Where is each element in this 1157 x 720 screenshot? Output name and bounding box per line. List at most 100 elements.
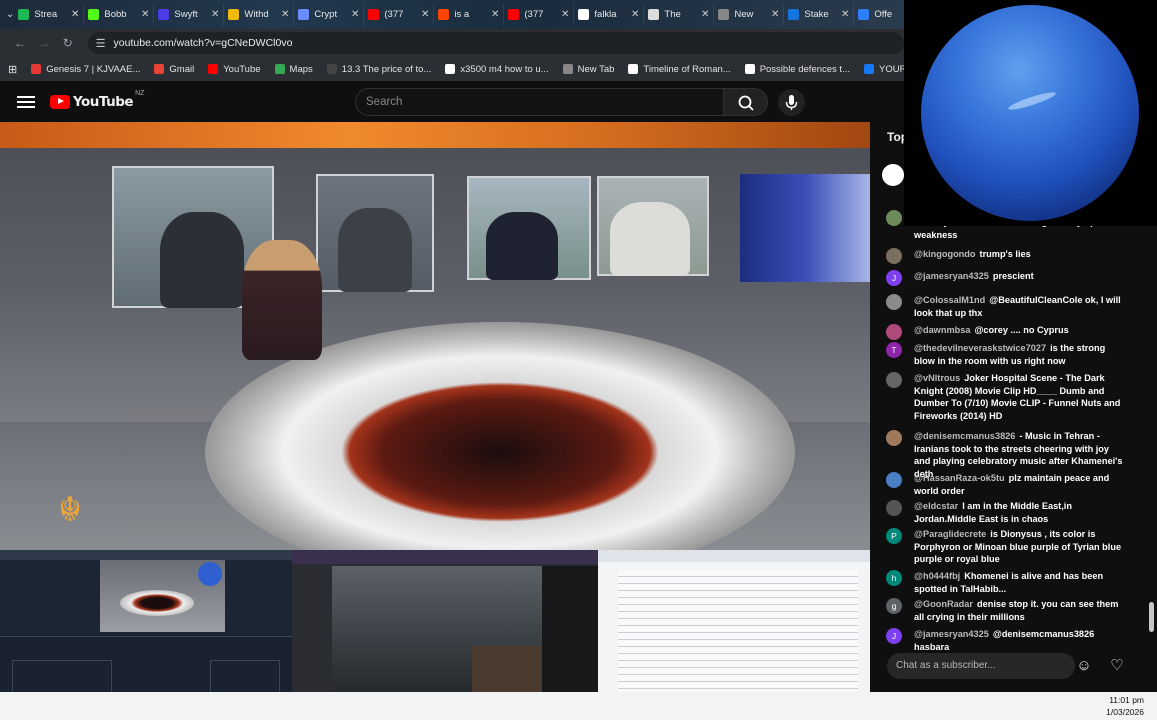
system-clock[interactable]: 11:01 pm 1/03/2026 <box>1084 692 1144 718</box>
bookmark-item[interactable]: Timeline of Roman... <box>628 64 731 75</box>
neptune-planet-image <box>921 5 1139 221</box>
chat-author[interactable]: @h0444fbj <box>914 571 960 581</box>
browser-tab[interactable]: Crypt ✕ <box>294 3 365 26</box>
chat-avatar[interactable]: J <box>886 270 902 286</box>
video-player[interactable]: ☬ <box>0 122 870 550</box>
chat-message[interactable]: h @h0444fbj Khomenei is alive and has been… <box>886 570 1126 595</box>
back-icon[interactable]: ← <box>8 36 32 50</box>
chat-avatar[interactable] <box>886 472 902 488</box>
browser-tab[interactable]: Stake ✕ <box>784 3 855 26</box>
chat-author[interactable]: @dawnmbsa <box>914 325 970 335</box>
close-tab-icon[interactable]: ✕ <box>701 9 709 20</box>
chat-avatar[interactable]: h <box>886 570 902 586</box>
url-field[interactable]: ☰ youtube.com/watch?v=gCNeDWCl0vo <box>87 32 904 54</box>
apps-icon[interactable]: ⊞ <box>8 63 17 76</box>
bookmark-item[interactable]: x3500 m4 how to u... <box>445 63 549 75</box>
chat-author[interactable]: @GoonRadar <box>914 599 973 609</box>
window-preview-stream[interactable] <box>292 550 598 712</box>
bookmark-label: Maps <box>289 63 313 75</box>
chat-author[interactable]: @jamesryan4325 <box>914 629 989 639</box>
forward-icon[interactable]: → <box>32 36 56 50</box>
reload-icon[interactable]: ↻ <box>56 36 80 50</box>
site-info-icon[interactable]: ☰ <box>96 37 106 50</box>
chat-message[interactable]: J @jamesryan4325 prescient <box>886 270 1126 286</box>
chat-scrollbar-thumb[interactable] <box>1149 602 1154 632</box>
close-tab-icon[interactable]: ✕ <box>561 9 569 20</box>
bookmark-item[interactable]: YOUR <box>864 64 904 75</box>
close-tab-icon[interactable]: ✕ <box>841 9 849 20</box>
browser-tab[interactable]: Withd ✕ <box>224 3 295 26</box>
chat-author[interactable]: @thedevilneveraskstwice7027 <box>914 343 1046 353</box>
menu-icon[interactable] <box>17 93 35 111</box>
close-tab-icon[interactable]: ✕ <box>491 9 499 20</box>
browser-tab[interactable]: Swyft ✕ <box>154 3 225 26</box>
voice-search-button[interactable] <box>778 89 805 116</box>
chat-message[interactable]: P @Paraglidecrete is Dionysus , its color … <box>886 528 1126 566</box>
browser-tab[interactable]: The ✕ <box>644 3 715 26</box>
chat-avatar[interactable]: P <box>886 528 902 544</box>
browser-tab[interactable]: (377 ✕ <box>504 3 575 26</box>
chat-message[interactable]: @dawnmbsa @corey .... no Cyprus <box>886 324 1126 340</box>
bookmark-item[interactable]: Gmail <box>154 64 194 75</box>
chat-avatar[interactable]: T <box>886 342 902 358</box>
close-tab-icon[interactable]: ✕ <box>771 9 779 20</box>
browser-tab[interactable]: Strea ✕ <box>14 3 85 26</box>
close-tab-icon[interactable]: ✕ <box>71 9 79 20</box>
bookmark-item[interactable]: Maps <box>274 63 313 75</box>
chat-message[interactable]: @kingogondo trump's lies <box>886 248 1126 264</box>
chat-author[interactable]: @kingogondo <box>914 249 976 259</box>
tab-title: Bobb <box>104 9 127 20</box>
bookmark-item[interactable]: Genesis 7 | KJVAAE... <box>31 64 140 75</box>
bookmark-item[interactable]: YouTube <box>208 64 261 75</box>
chat-avatar[interactable] <box>886 430 902 446</box>
chat-author[interactable]: @denisemcmanus3826 <box>914 431 1015 441</box>
close-tab-icon[interactable]: ✕ <box>281 9 289 20</box>
browser-tab[interactable]: falkla ✕ <box>574 3 645 26</box>
close-tab-icon[interactable]: ✕ <box>211 9 219 20</box>
chat-author[interactable]: @ColossalM1nd <box>914 295 985 305</box>
browser-tab[interactable]: (377 ✕ <box>364 3 435 26</box>
chat-avatar[interactable] <box>886 372 902 388</box>
chat-avatar[interactable] <box>886 248 902 264</box>
bookmark-item[interactable]: New Tab <box>562 64 614 75</box>
search-button[interactable] <box>723 88 768 116</box>
chat-message[interactable]: @HassanRaza-ok5tu plz maintain peace and … <box>886 472 1126 497</box>
chat-scrollbar[interactable] <box>1149 222 1155 642</box>
chat-avatar[interactable] <box>886 210 902 226</box>
chat-avatar[interactable]: g <box>886 598 902 614</box>
chat-message[interactable]: @vNltrous Joker Hospital Scene - The Dark… <box>886 372 1126 422</box>
chat-avatar[interactable] <box>886 294 902 310</box>
heart-icon[interactable]: ♡ <box>1106 655 1128 677</box>
chat-message[interactable]: T @thedevilneveraskstwice7027 is the stron… <box>886 342 1126 367</box>
youtube-logo[interactable]: YouTube NZ <box>50 90 144 110</box>
chat-author[interactable]: @vNltrous <box>914 373 960 383</box>
chat-author[interactable]: @eldcstar <box>914 501 958 511</box>
search-input[interactable]: Search <box>355 88 724 116</box>
chat-message[interactable]: @ColossalM1nd @BeautifulCleanCole ok, I w… <box>886 294 1126 319</box>
chat-author[interactable]: @Paraglidecrete <box>914 529 986 539</box>
chat-avatar[interactable]: J <box>886 628 902 644</box>
bookmark-item[interactable]: Possible defences t... <box>744 64 850 75</box>
browser-tab[interactable]: is a ✕ <box>434 3 505 26</box>
bookmark-item[interactable]: 13.3 The price of to... <box>326 64 431 75</box>
window-preview-obs[interactable] <box>0 550 292 712</box>
chat-avatar[interactable] <box>886 324 902 340</box>
browser-tab[interactable]: New ✕ <box>714 3 785 26</box>
bookmark-favicon-icon <box>326 64 337 74</box>
window-preview-spreadsheet[interactable] <box>598 550 870 712</box>
chat-author[interactable]: @jamesryan4325 <box>914 271 989 281</box>
chat-input[interactable]: Chat as a subscriber... <box>887 653 1075 679</box>
chat-avatar[interactable] <box>886 500 902 516</box>
chat-message[interactable]: g @GoonRadar denise stop it. you can see t… <box>886 598 1126 623</box>
tab-search-dropdown-icon[interactable]: ⌄ <box>6 9 14 20</box>
chat-author[interactable]: @HassanRaza-ok5tu <box>914 473 1005 483</box>
close-tab-icon[interactable]: ✕ <box>421 9 429 20</box>
browser-tab[interactable]: Bobb ✕ <box>84 3 155 26</box>
bookmark-label: x3500 m4 how to u... <box>460 63 549 75</box>
close-tab-icon[interactable]: ✕ <box>631 9 639 20</box>
close-tab-icon[interactable]: ✕ <box>141 9 149 20</box>
chat-message[interactable]: @eldcstar I am in the Middle East,in Jord… <box>886 500 1126 525</box>
smile-icon[interactable]: ☺ <box>1073 655 1095 677</box>
close-tab-icon[interactable]: ✕ <box>351 9 359 20</box>
chat-message[interactable]: J @jamesryan4325 @denisemcmanus3826 hasbar… <box>886 628 1126 653</box>
